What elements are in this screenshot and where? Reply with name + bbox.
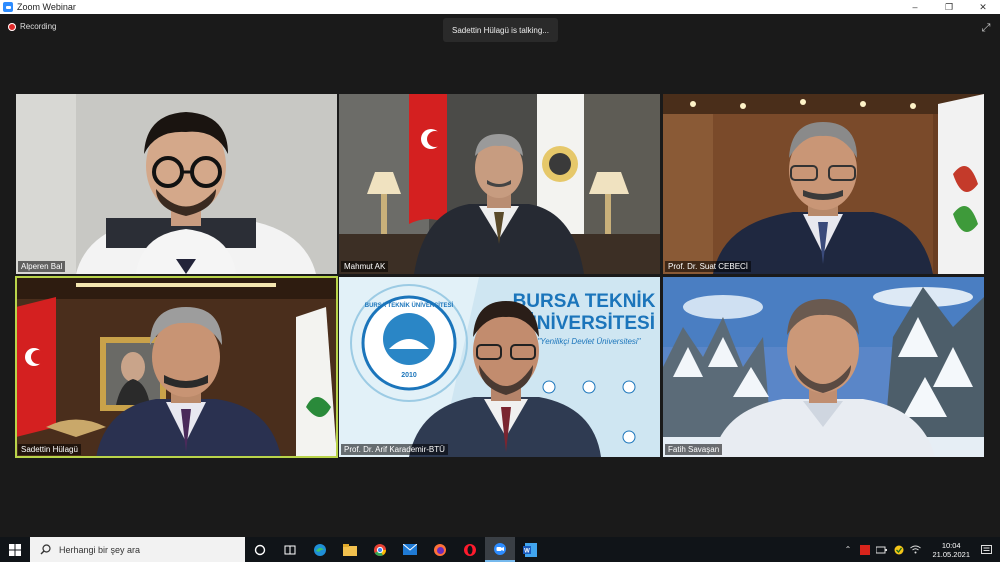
video-stage: Recording Sadettin Hülagü is talking... … <box>0 14 1000 537</box>
cortana-icon[interactable] <box>245 537 275 562</box>
participant-name: Prof. Dr. Suat CEBECİ <box>665 261 752 272</box>
taskbar-search-box[interactable]: Herhangi bir şey ara <box>30 537 245 562</box>
video-tile-suat-cebeci[interactable]: Prof. Dr. Suat CEBECİ <box>663 94 984 274</box>
seal-year: 2010 <box>401 372 417 379</box>
windows-icon <box>9 543 21 556</box>
svg-text:W: W <box>524 548 530 554</box>
clock-date: 21.05.2021 <box>932 549 970 559</box>
windows-taskbar: Herhangi bir şey ara W ⌃ 10:04 21.05.202… <box>0 537 1000 562</box>
backdrop-title-line2: ÜNİVERSİTESİ <box>523 313 655 334</box>
clock-time: 10:04 <box>941 540 961 550</box>
recording-label: Recording <box>20 22 57 31</box>
participant-video: 2010 BURSA TEKNİK ÜNİVERSİTESİ BURSA TEK… <box>339 277 660 457</box>
close-button[interactable]: ✕ <box>966 0 1000 14</box>
system-tray: ⌃ 10:04 21.05.2021 <box>839 537 1000 562</box>
recording-indicator[interactable]: Recording <box>8 22 56 31</box>
backdrop-tagline: "Yenilikçi Devlet Üniversitesi" <box>537 337 641 346</box>
participant-video <box>663 94 984 274</box>
battery-icon[interactable] <box>876 544 888 555</box>
chevron-up-icon[interactable]: ⌃ <box>842 544 853 555</box>
taskbar-clock[interactable]: 10:04 21.05.2021 <box>932 541 970 559</box>
edge-icon[interactable] <box>305 537 335 562</box>
backdrop-title-line1: BURSA TEKNİK <box>513 291 656 312</box>
fullscreen-icon[interactable]: ⤢ <box>980 22 992 34</box>
zoom-app-icon <box>3 2 13 12</box>
participant-video <box>663 277 984 457</box>
participant-video <box>339 94 660 274</box>
firefox-icon[interactable] <box>425 537 455 562</box>
participant-name: Alperen Bal <box>18 261 66 272</box>
record-icon <box>8 22 16 31</box>
participant-name: Mahmut AK <box>341 261 389 272</box>
notifications-icon[interactable] <box>981 544 992 555</box>
participant-video <box>16 94 337 274</box>
participant-name: Sadettin Hülagü <box>18 444 81 455</box>
file-explorer-icon[interactable] <box>335 537 365 562</box>
wifi-icon[interactable] <box>910 544 922 555</box>
seal-ring-text: BURSA TEKNİK ÜNİVERSİTESİ <box>365 302 454 309</box>
video-tile-fatih-savasan[interactable]: Fatih Savaşan <box>663 277 984 457</box>
window-controls: – ❐ ✕ <box>898 0 1000 14</box>
participant-video <box>16 277 337 457</box>
word-icon[interactable]: W <box>515 537 545 562</box>
chrome-icon[interactable] <box>365 537 395 562</box>
minimize-button[interactable]: – <box>898 0 932 14</box>
video-tile-sadettin-hulagu[interactable]: Sadettin Hülagü <box>15 276 338 458</box>
video-tile-mahmut-ak[interactable]: Mahmut AK <box>339 94 660 274</box>
start-button[interactable] <box>0 537 30 562</box>
participant-name: Prof. Dr. Arif Karademir-BTÜ <box>341 444 448 455</box>
search-placeholder: Herhangi bir şey ara <box>59 544 141 555</box>
task-view-icon[interactable] <box>275 537 305 562</box>
video-tile-arif-karademir[interactable]: 2010 BURSA TEKNİK ÜNİVERSİTESİ BURSA TEK… <box>339 277 660 457</box>
video-tile-alperen-bal[interactable]: Alperen Bal <box>16 94 337 274</box>
active-speaker-banner: Sadettin Hülagü is talking... <box>443 18 558 42</box>
norton-icon[interactable] <box>893 544 904 555</box>
opera-icon[interactable] <box>455 537 485 562</box>
search-icon <box>40 544 51 555</box>
zoom-icon[interactable] <box>485 537 515 562</box>
window-titlebar: Zoom Webinar – ❐ ✕ <box>0 0 1000 14</box>
participant-name: Fatih Savaşan <box>665 444 723 455</box>
window-title: Zoom Webinar <box>17 2 76 12</box>
mail-icon[interactable] <box>395 537 425 562</box>
antivirus-icon[interactable] <box>859 544 870 555</box>
restore-button[interactable]: ❐ <box>932 0 966 14</box>
